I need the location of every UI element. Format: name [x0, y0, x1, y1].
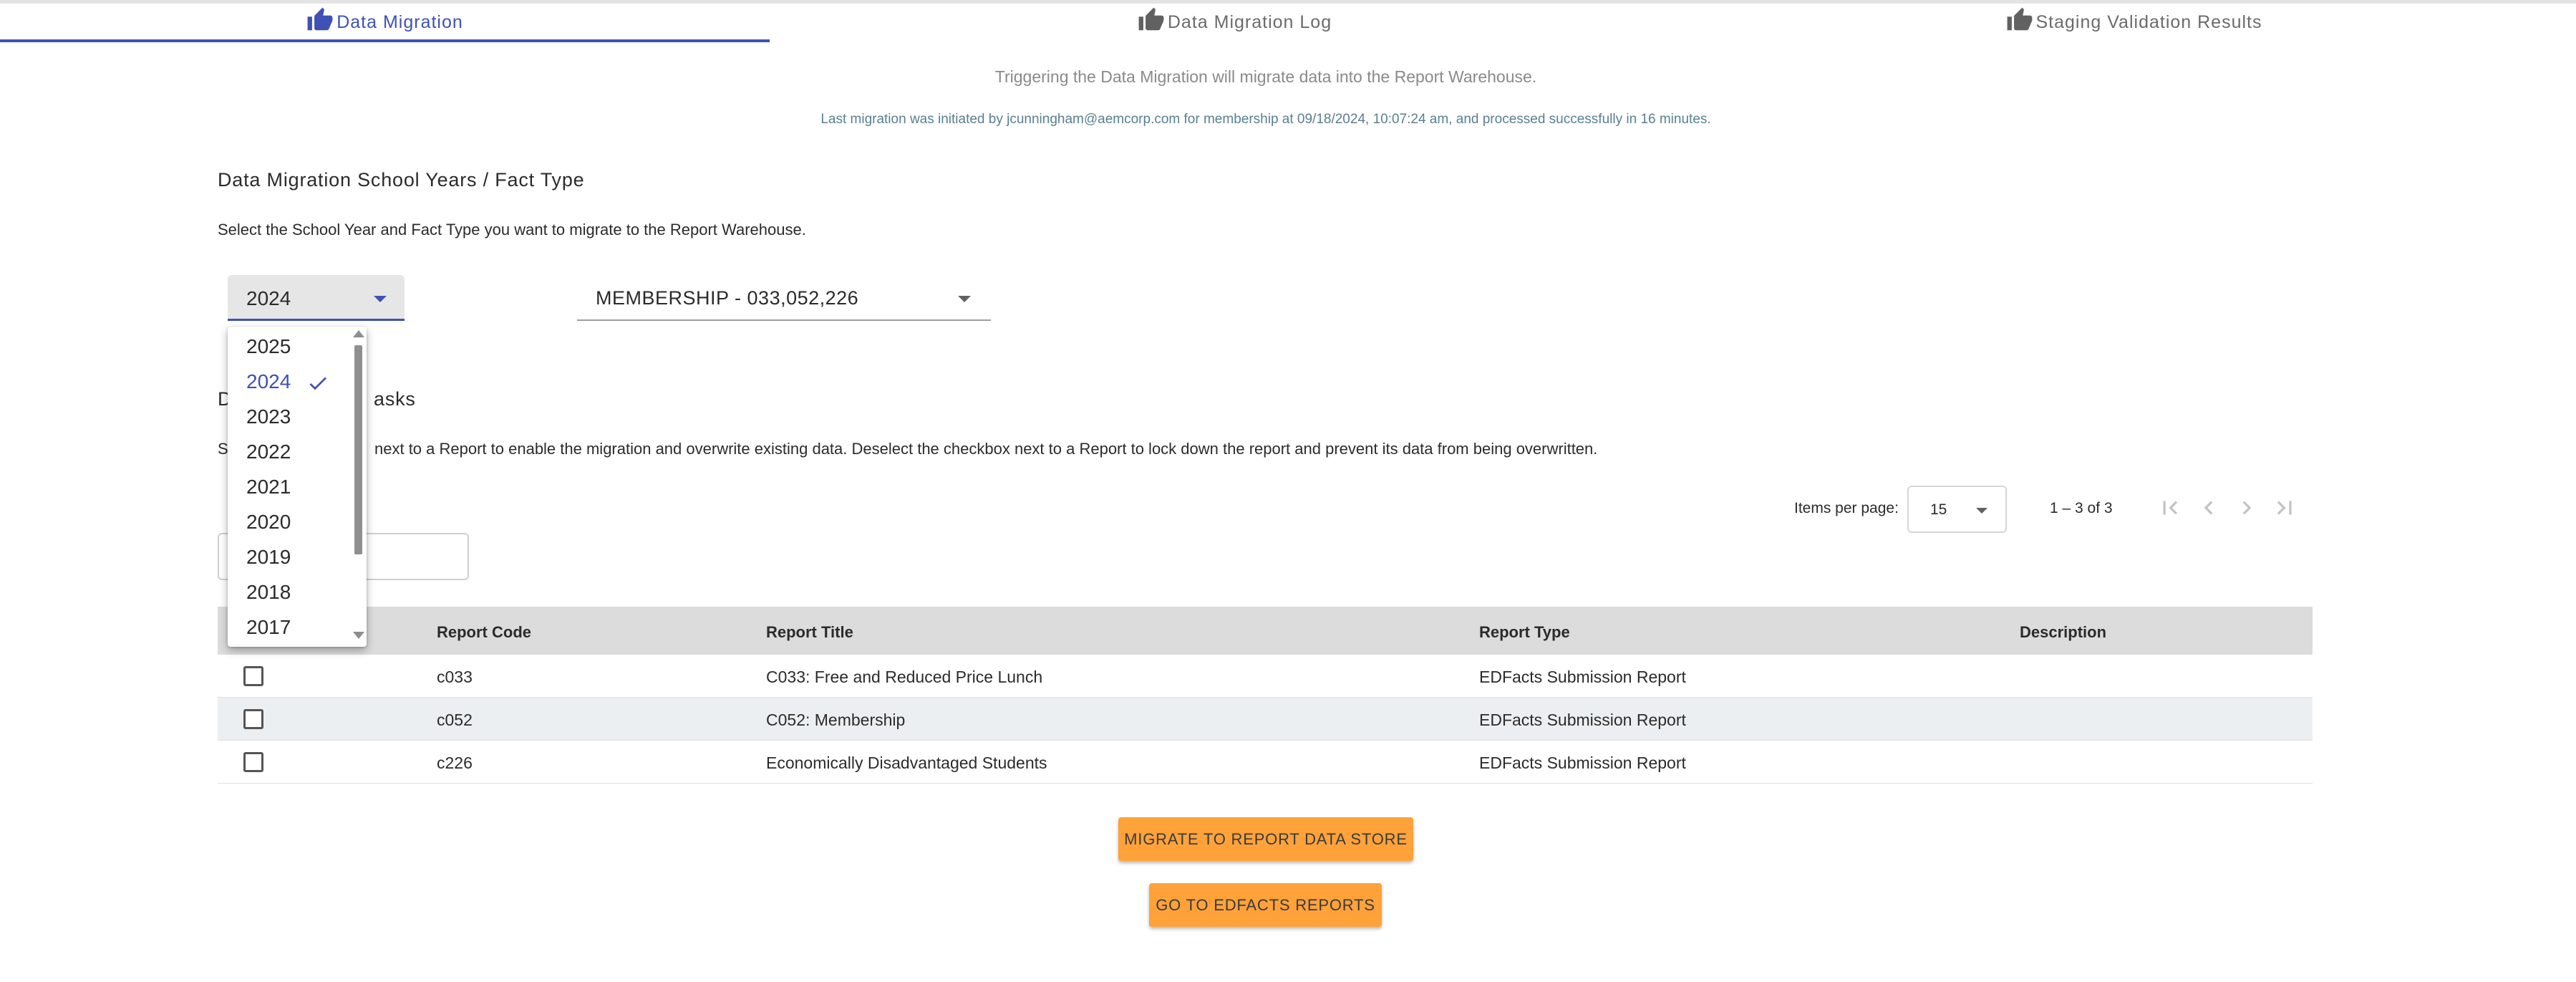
- option-label: 2018: [246, 581, 291, 603]
- option-label: 2022: [246, 441, 291, 463]
- table-row: c226 Economically Disadvantaged Students…: [218, 741, 2313, 784]
- last-migration-text: Last migration was initiated by jcunning…: [820, 112, 1711, 127]
- option-label: 2017: [246, 616, 291, 638]
- option-label: 2019: [246, 546, 291, 568]
- check-icon: [306, 370, 329, 393]
- year-option-2017[interactable]: 2017: [228, 610, 351, 645]
- school-year-value: 2024: [246, 287, 291, 309]
- thumb-up-icon: [2006, 6, 2033, 39]
- tab-label: Data Migration Log: [1167, 11, 1332, 32]
- scroll-down-arrow-icon[interactable]: [353, 632, 364, 639]
- fact-type-value: MEMBERSHIP - 033,052,226: [596, 287, 859, 309]
- cell-report-title: C033: Free and Reduced Price Lunch: [766, 668, 1043, 686]
- cell-report-type: EDFacts Submission Report: [1479, 754, 1686, 772]
- year-option-2023[interactable]: 2023: [228, 399, 351, 434]
- dropdown-scrollbar-thumb[interactable]: [354, 345, 362, 554]
- thumb-up-icon: [1138, 6, 1165, 39]
- scroll-up-arrow-icon[interactable]: [353, 330, 364, 337]
- school-year-dropdown-panel: 2025 2024 2023 2022 2021 2020 2019 2018 …: [228, 327, 367, 647]
- year-option-2024[interactable]: 2024: [228, 364, 351, 399]
- year-option-2019[interactable]: 2019: [228, 539, 351, 574]
- header-report-type: Report Type: [1479, 623, 1570, 641]
- tab-data-migration[interactable]: Data Migration: [0, 4, 770, 41]
- school-years-description: Select the School Year and Fact Type you…: [218, 221, 806, 239]
- last-page-button[interactable]: [2271, 494, 2298, 521]
- table-row: c033 C033: Free and Reduced Price Lunch …: [218, 655, 2313, 698]
- option-label: 2021: [246, 476, 291, 498]
- cell-report-code: c226: [437, 754, 473, 772]
- first-page-button[interactable]: [2156, 494, 2184, 521]
- trigger-info-text: Triggering the Data Migration will migra…: [994, 67, 1537, 86]
- cell-report-title: C052: Membership: [766, 711, 906, 729]
- table-row: c052 C052: Membership EDFacts Submission…: [218, 698, 2313, 741]
- cell-report-type: EDFacts Submission Report: [1479, 668, 1686, 686]
- tab-staging-validation-results[interactable]: Staging Validation Results: [1749, 4, 2519, 41]
- thumb-up-icon: [306, 6, 334, 39]
- active-tab-indicator: [0, 39, 770, 42]
- header-report-code: Report Code: [437, 623, 531, 641]
- items-per-page-label: Items per page:: [1794, 500, 1899, 516]
- table-header: Report Code Report Title Report Type Des…: [218, 607, 2313, 655]
- year-option-2021[interactable]: 2021: [228, 469, 351, 504]
- chevron-down-icon: [374, 296, 387, 302]
- items-per-page-select[interactable]: 15: [1907, 486, 2007, 533]
- cell-report-code: c052: [437, 711, 473, 729]
- tasks-desc-right: next to a Report to enable the migration…: [374, 440, 1598, 458]
- fact-type-select[interactable]: MEMBERSHIP - 033,052,226: [577, 275, 991, 321]
- tab-bar: Data Migration Data Migration Log Stagin…: [0, 4, 2576, 42]
- previous-page-button[interactable]: [2195, 494, 2222, 521]
- year-option-2018[interactable]: 2018: [228, 574, 351, 610]
- next-page-button[interactable]: [2233, 494, 2260, 521]
- chevron-down-icon: [1976, 508, 1987, 514]
- tasks-desc-left: S: [218, 440, 228, 458]
- chevron-down-icon: [958, 296, 971, 302]
- row-checkbox[interactable]: [243, 666, 263, 686]
- year-option-2025[interactable]: 2025: [228, 329, 351, 364]
- go-to-edfacts-reports-button[interactable]: GO TO EDFACTS REPORTS: [1149, 883, 1382, 927]
- tab-label: Data Migration: [336, 11, 463, 32]
- items-per-page-value: 15: [1930, 501, 1947, 518]
- year-option-2022[interactable]: 2022: [228, 434, 351, 469]
- option-label: 2025: [246, 335, 291, 357]
- school-year-select[interactable]: 2024: [228, 275, 405, 321]
- page-range-label: 1 – 3 of 3: [2050, 500, 2113, 516]
- chevron-right-icon: [2242, 501, 2252, 515]
- tab-label: Staging Validation Results: [2035, 11, 2262, 32]
- header-report-title: Report Title: [766, 623, 853, 641]
- row-checkbox[interactable]: [243, 752, 263, 772]
- cell-report-code: c033: [437, 668, 473, 686]
- cell-report-title: Economically Disadvantaged Students: [766, 754, 1047, 772]
- cell-report-type: EDFacts Submission Report: [1479, 711, 1686, 729]
- option-label: 2024: [246, 370, 291, 393]
- school-years-title: Data Migration School Years / Fact Type: [218, 169, 585, 191]
- tab-data-migration-log[interactable]: Data Migration Log: [850, 4, 1619, 41]
- last-page-icon: [2277, 501, 2292, 515]
- option-label: 2023: [246, 405, 291, 428]
- row-checkbox[interactable]: [243, 709, 263, 729]
- chevron-left-icon: [2204, 501, 2213, 515]
- migrate-to-report-data-store-button[interactable]: MIGRATE TO REPORT DATA STORE: [1118, 817, 1413, 861]
- first-page-icon: [2163, 501, 2178, 515]
- tasks-title-right: asks: [374, 388, 416, 410]
- option-label: 2020: [246, 511, 291, 533]
- year-option-2020[interactable]: 2020: [228, 504, 351, 539]
- header-description: Description: [2020, 623, 2107, 641]
